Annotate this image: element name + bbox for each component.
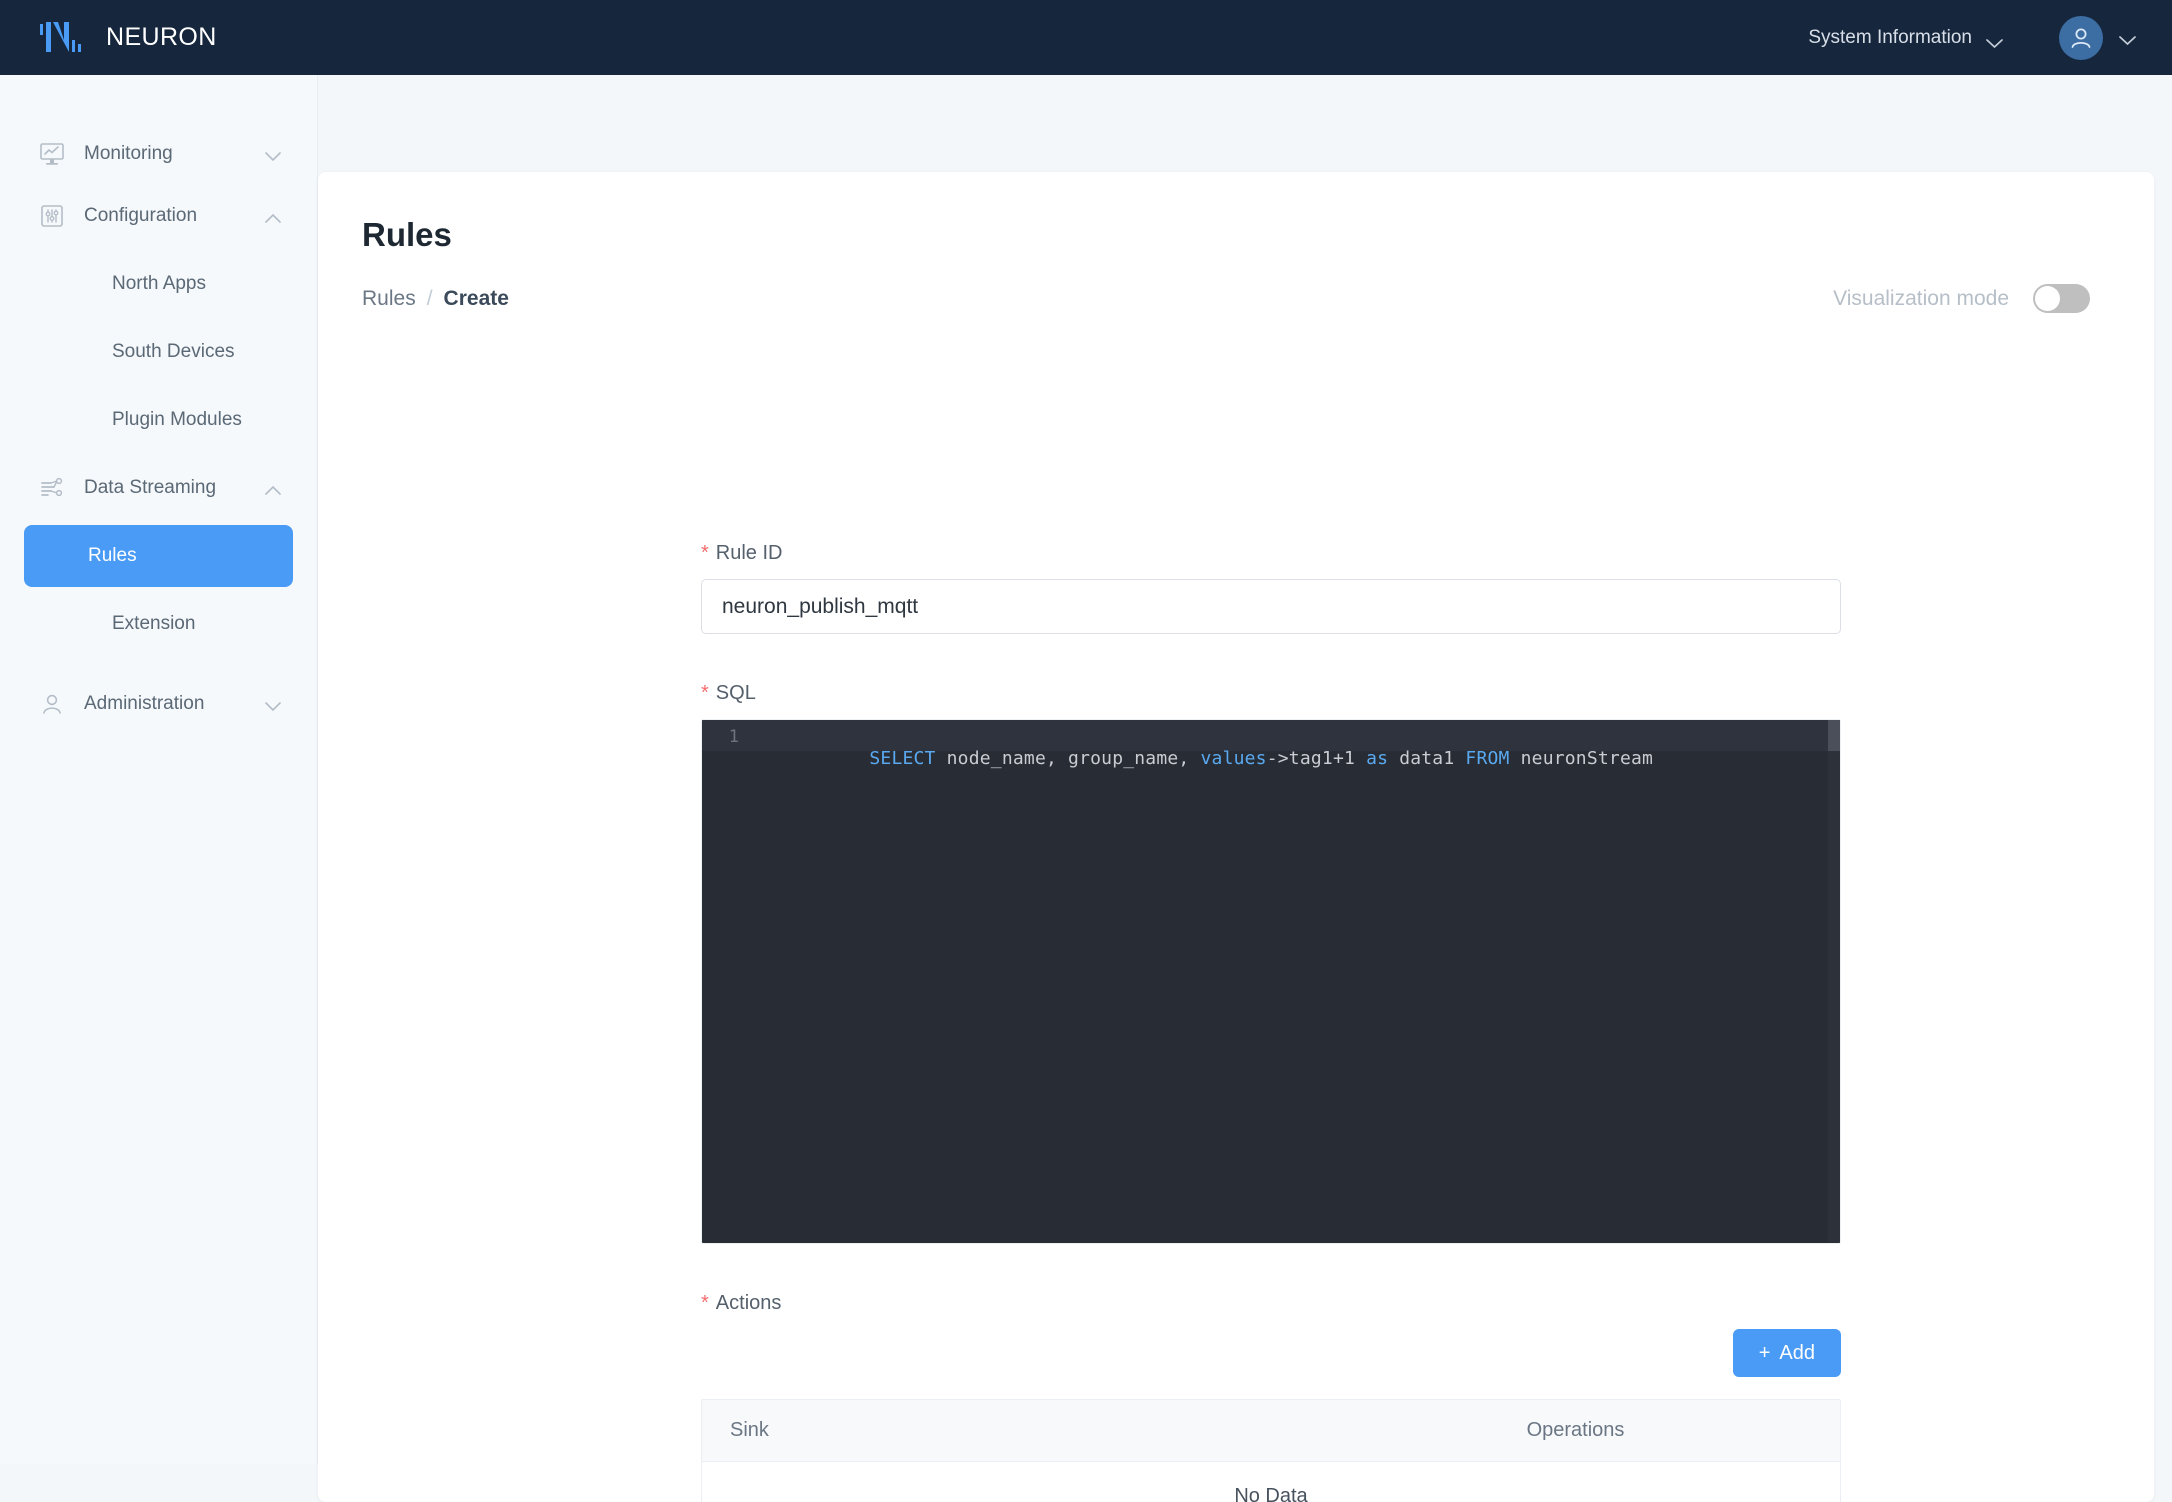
- actions-label: * Actions: [701, 1292, 1841, 1315]
- user-icon: [36, 688, 68, 720]
- sidebar-item-label: Administration: [84, 693, 205, 714]
- sql-code-line: SELECT node_name, group_name, values->ta…: [759, 727, 1653, 790]
- user-menu[interactable]: [2059, 15, 2136, 60]
- chevron-down-icon: [265, 699, 281, 712]
- sidebar-item-monitoring[interactable]: Monitoring: [0, 123, 317, 185]
- sql-label: * SQL: [701, 682, 1841, 705]
- data-flow-icon: [36, 472, 68, 504]
- add-button-label: Add: [1779, 1341, 1815, 1364]
- chevron-down-icon: [2119, 33, 2136, 45]
- plus-icon: +: [1758, 1341, 1771, 1364]
- sql-token-as: as: [1366, 748, 1389, 769]
- column-header-operations: Operations: [1526, 1419, 1625, 1441]
- visualization-mode-row: Visualization mode: [1833, 284, 2090, 313]
- add-action-row: + Add: [701, 1329, 1841, 1377]
- main-content: Rules Rules / Create Visualization mode …: [318, 75, 2172, 1502]
- rule-id-label: * Rule ID: [701, 542, 1841, 565]
- brand-name: NEURON: [106, 23, 217, 51]
- sql-token-stream: neuronStream: [1509, 748, 1654, 769]
- breadcrumb-item-rules[interactable]: Rules: [362, 287, 416, 311]
- sidebar-item-label: Monitoring: [84, 143, 173, 164]
- top-bar-right: System Information: [1798, 15, 2136, 60]
- table-empty-state: No Data: [702, 1462, 1840, 1502]
- editor-gutter: 1: [728, 727, 739, 747]
- sql-token-columns: node_name, group_name,: [935, 748, 1201, 769]
- chevron-up-icon: [265, 483, 281, 495]
- sidebar-item-administration[interactable]: Administration: [0, 673, 317, 735]
- page-title: Rules: [362, 216, 452, 253]
- sql-token-alias: data1: [1388, 748, 1466, 769]
- chevron-up-icon: [265, 211, 281, 223]
- top-bar: NEURON System Information: [0, 0, 2172, 75]
- sql-code-editor[interactable]: 1 SELECT node_name, group_name, values->…: [701, 719, 1841, 1244]
- chevron-down-icon: [265, 149, 281, 162]
- scrollbar-thumb[interactable]: [1828, 720, 1840, 751]
- brand: NEURON: [38, 18, 217, 58]
- rule-id-input[interactable]: [701, 579, 1841, 634]
- sql-token-values: values: [1200, 748, 1267, 769]
- add-action-button[interactable]: + Add: [1732, 1329, 1841, 1377]
- monitor-chart-icon: [36, 138, 68, 170]
- rules-create-card: Rules Rules / Create Visualization mode …: [318, 172, 2154, 1502]
- column-header-sink: Sink: [730, 1419, 769, 1441]
- required-asterisk: *: [701, 542, 709, 564]
- sliders-box-icon: [36, 200, 68, 232]
- editor-vertical-scrollbar[interactable]: [1828, 720, 1840, 1243]
- sidebar-item-north-apps[interactable]: North Apps: [24, 253, 293, 315]
- breadcrumb-item-create: Create: [443, 287, 509, 310]
- sidebar-item-label: Plugin Modules: [112, 409, 242, 430]
- neuron-logo-icon: [38, 18, 88, 58]
- actions-table: Sink Operations No Data: [701, 1399, 1841, 1502]
- sidebar-item-label: Extension: [112, 613, 196, 634]
- sidebar-item-extension[interactable]: Extension: [24, 593, 293, 655]
- sql-token-expression: ->tag1+1: [1266, 748, 1367, 769]
- sql-token-from: FROM: [1465, 748, 1510, 769]
- toggle-knob: [2035, 286, 2060, 311]
- rule-form: * Rule ID * SQL 1 SELECT node_name, grou…: [701, 542, 1841, 1502]
- user-avatar-icon: [2059, 15, 2103, 60]
- chevron-down-icon: [1986, 33, 2003, 48]
- table-header-row: Sink Operations: [702, 1400, 1840, 1462]
- sidebar-item-south-devices[interactable]: South Devices: [24, 321, 293, 383]
- required-asterisk: *: [701, 1292, 709, 1314]
- sidebar-item-label: Rules: [88, 545, 137, 566]
- sql-label-text: SQL: [715, 682, 756, 704]
- visualization-mode-toggle[interactable]: [2033, 284, 2090, 313]
- sidebar-item-plugin-modules[interactable]: Plugin Modules: [24, 389, 293, 451]
- breadcrumb-separator: /: [426, 287, 433, 310]
- sidebar-item-label: South Devices: [112, 341, 235, 362]
- required-asterisk: *: [701, 682, 709, 704]
- rule-id-label-text: Rule ID: [715, 542, 783, 564]
- sidebar-item-data-streaming[interactable]: Data Streaming: [0, 457, 317, 519]
- visualization-mode-label: Visualization mode: [1833, 286, 2009, 310]
- sidebar-item-label: Configuration: [84, 205, 198, 226]
- sidebar: Monitoring Configuration North Apps Sout…: [0, 75, 318, 1464]
- sidebar-item-rules[interactable]: Rules: [24, 525, 293, 587]
- breadcrumb: Rules / Create: [362, 287, 509, 311]
- sidebar-item-label: North Apps: [112, 273, 206, 294]
- sidebar-item-configuration[interactable]: Configuration: [0, 185, 317, 247]
- sql-token-select: SELECT: [869, 748, 936, 769]
- system-information-menu[interactable]: System Information: [1798, 19, 2013, 57]
- system-information-label: System Information: [1808, 26, 1972, 48]
- actions-label-text: Actions: [715, 1292, 782, 1314]
- sidebar-item-label: Data Streaming: [84, 477, 217, 498]
